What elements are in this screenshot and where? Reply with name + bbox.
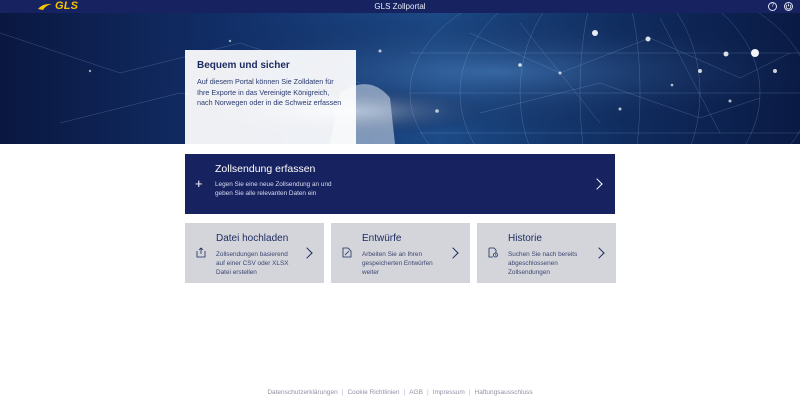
power-icon[interactable]: [784, 2, 793, 11]
footer-link-privacy[interactable]: Datenschutzerklärungen: [267, 389, 337, 396]
history-title: Historie: [508, 233, 542, 244]
hero-card-text: Auf diesem Portal können Sie Zolldaten f…: [197, 77, 342, 107]
hero-info-card: Bequem und sicher Auf diesem Portal könn…: [185, 50, 356, 144]
upload-file-description: Zollsendungen basierend auf einer CSV od…: [216, 251, 289, 276]
footer-link-terms[interactable]: AGB: [409, 389, 423, 396]
footer-link-disclaimer[interactable]: Haftungsausschluss: [475, 389, 533, 396]
help-icon[interactable]: ?: [768, 2, 777, 11]
upload-icon: [196, 247, 206, 258]
chevron-right-icon: [447, 247, 459, 259]
plus-icon: +: [195, 176, 203, 191]
history-icon: [488, 247, 498, 258]
create-customs-shipment-button[interactable]: + Zollsendung erfassen Legen Sie eine ne…: [185, 154, 615, 214]
footer-links: Datenschutzerklärungen | Cookie Richtlinie…: [267, 389, 533, 396]
top-bar: GLS GLS Zollportal ?: [0, 0, 800, 13]
footer-link-imprint[interactable]: Impressum: [433, 389, 465, 396]
chevron-right-icon: [591, 178, 603, 190]
drafts-title: Entwürfe: [362, 233, 402, 244]
draft-icon: [342, 247, 352, 258]
upload-file-title: Datei hochladen: [216, 233, 289, 244]
footer-link-cookies[interactable]: Cookie Richtlinien: [347, 389, 399, 396]
hero-banner: Bequem und sicher Auf diesem Portal könn…: [0, 13, 800, 144]
chevron-right-icon: [301, 247, 313, 259]
hero-card-title: Bequem und sicher: [197, 60, 290, 71]
history-description: Suchen Sie nach bereits abgeschlossenen …: [508, 251, 578, 276]
history-tile[interactable]: Historie Suchen Sie nach bereits abgesch…: [477, 223, 616, 283]
drafts-tile[interactable]: Entwürfe Arbeiten Sie an Ihren gespeiche…: [331, 223, 470, 283]
create-shipment-description: Legen Sie eine neue Zollsendung an und g…: [215, 181, 332, 197]
upload-file-tile[interactable]: Datei hochladen Zollsendungen basierend …: [185, 223, 324, 283]
create-shipment-title: Zollsendung erfassen: [215, 163, 316, 175]
network-globe-illustration: [0, 13, 800, 144]
chevron-right-icon: [593, 247, 605, 259]
drafts-description: Arbeiten Sie an Ihren gespeicherten Entw…: [362, 251, 433, 276]
app-title: GLS Zollportal: [374, 2, 426, 11]
